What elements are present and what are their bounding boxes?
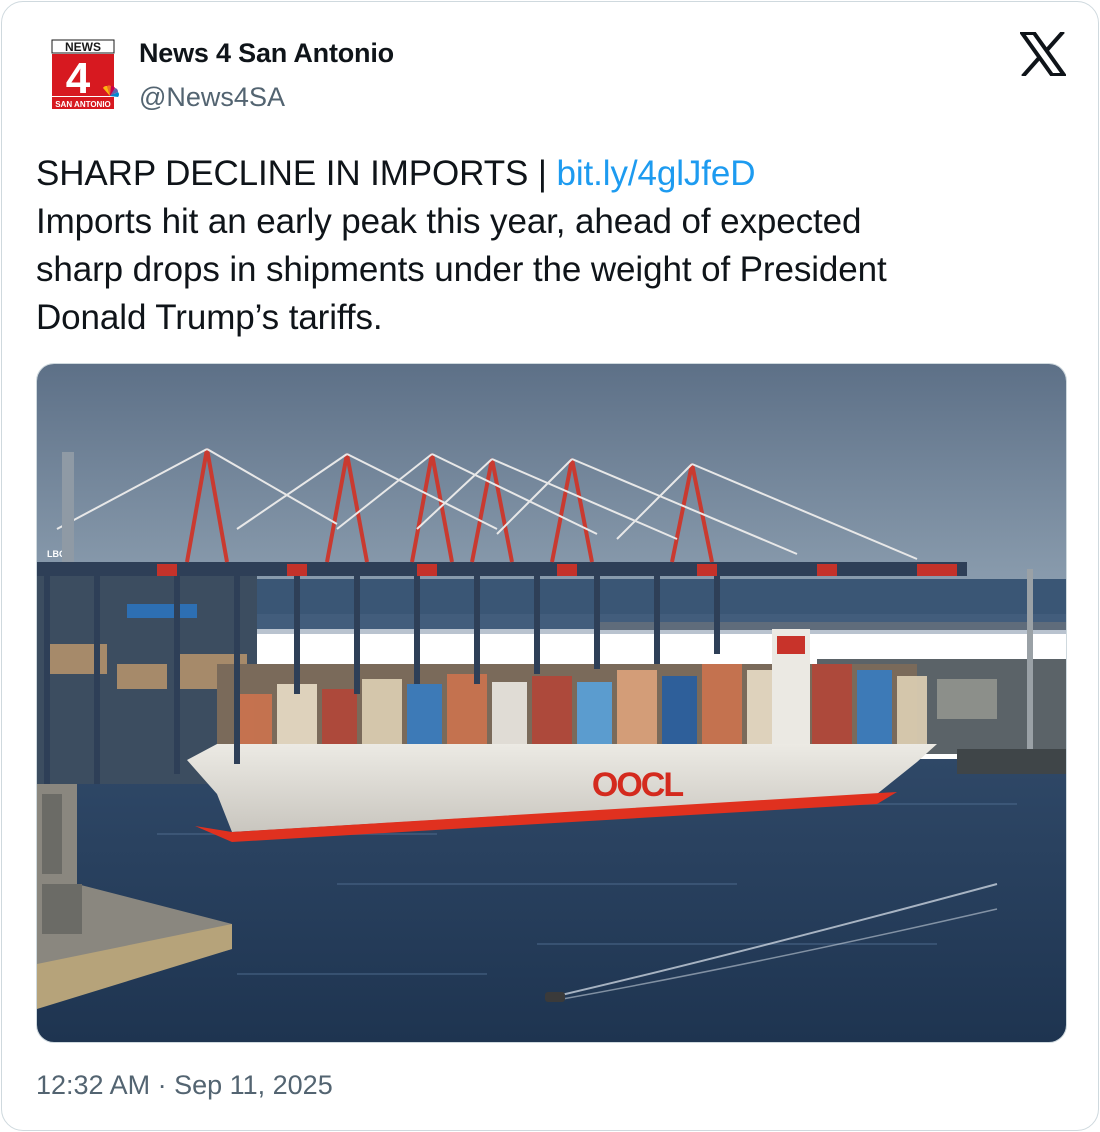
tweet-link[interactable]: bit.ly/4glJfeD	[557, 154, 756, 193]
tweet-card: NEWS 4 SAN ANTONIO News 4 San Antonio @N…	[1, 1, 1099, 1131]
tweet-headline: SHARP DECLINE IN IMPORTS |	[36, 154, 557, 193]
account-handle[interactable]: @News4SA	[139, 82, 285, 113]
svg-text:NEWS: NEWS	[65, 40, 101, 54]
svg-text:4: 4	[66, 54, 91, 103]
x-logo-icon[interactable]	[1018, 30, 1068, 78]
display-name[interactable]: News 4 San Antonio	[139, 38, 394, 69]
svg-text:OOCL: OOCL	[592, 766, 683, 804]
tweet-body-line: Imports hit an early peak this year, ahe…	[36, 202, 862, 241]
tweet-body-line: Donald Trump’s tariffs.	[36, 298, 383, 337]
news4-san-antonio-logo-icon[interactable]: NEWS 4 SAN ANTONIO	[48, 38, 122, 112]
tweet-timestamp[interactable]: 12:32 AM · Sep 11, 2025	[36, 1070, 333, 1101]
tweet-media-image[interactable]: OOCL LBCT	[36, 363, 1067, 1043]
tweet-body-line: sharp drops in shipments under the weigh…	[36, 250, 887, 289]
svg-text:SAN ANTONIO: SAN ANTONIO	[55, 100, 111, 109]
tweet-text: SHARP DECLINE IN IMPORTS | bit.ly/4glJfe…	[36, 150, 1056, 342]
